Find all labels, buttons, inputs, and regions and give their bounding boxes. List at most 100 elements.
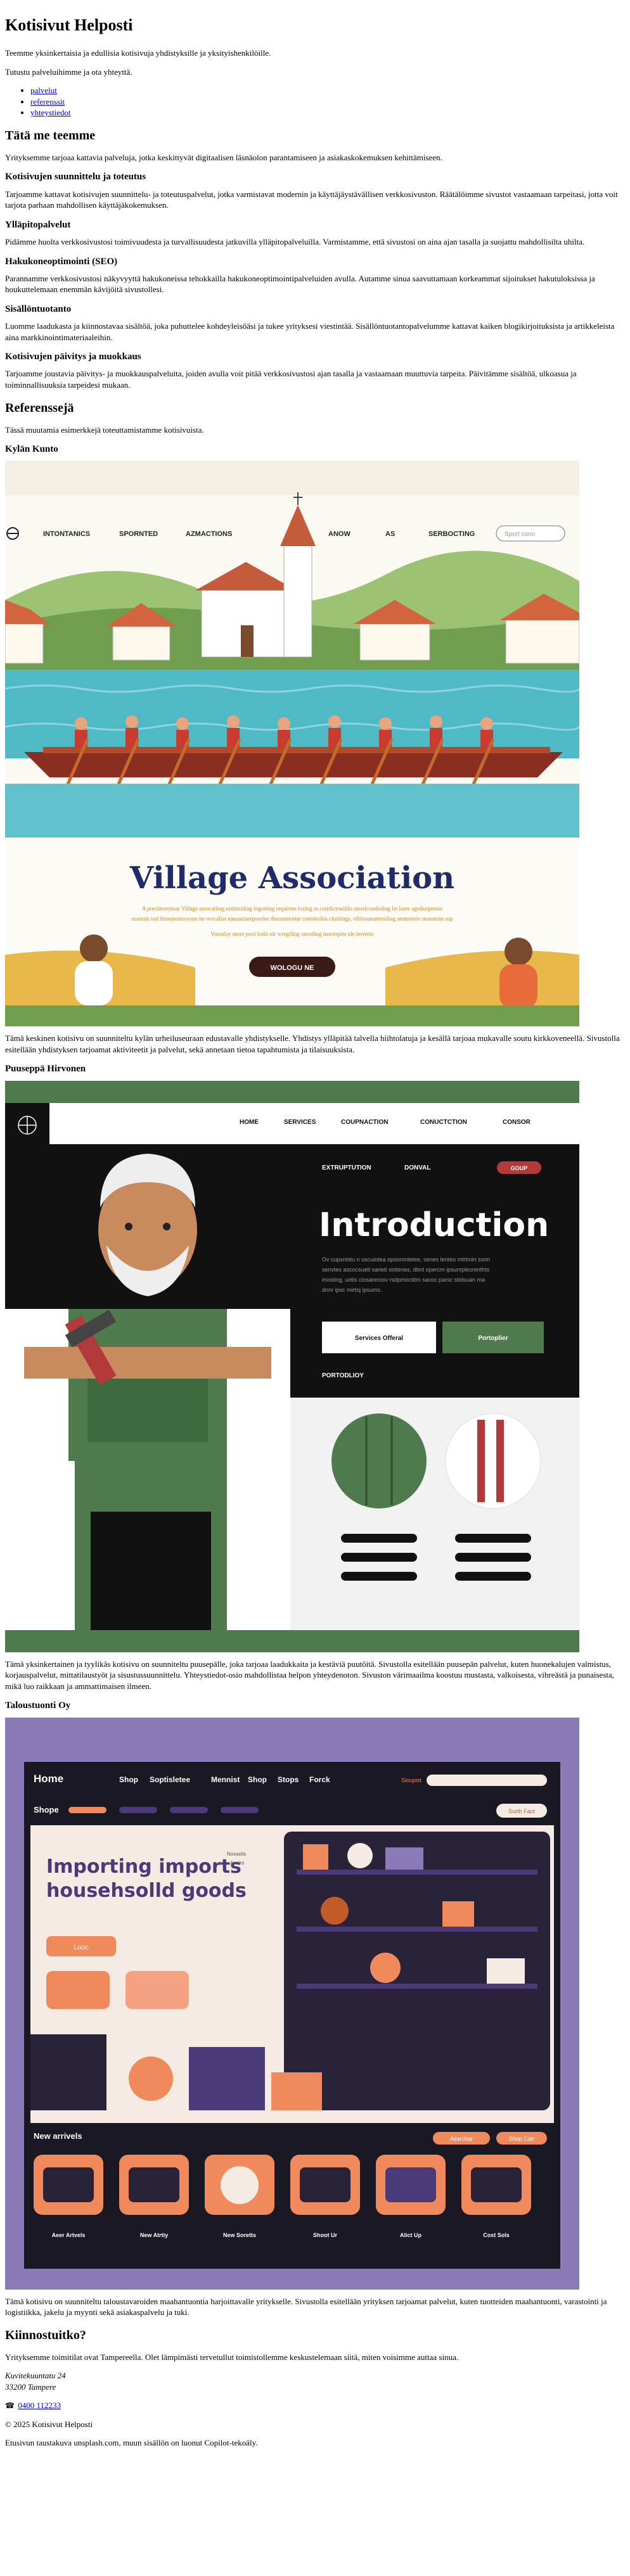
wood-sample-red <box>445 1413 541 1509</box>
carpenter-portfolio-label: PORTODLIOY <box>322 1372 364 1379</box>
carpenter-heading: Introduction <box>319 1206 549 1244</box>
shop-nav-item: Shop <box>119 1775 138 1784</box>
svg-text:GOUP: GOUP <box>511 1165 528 1171</box>
nav-link-yhteystiedot[interactable]: yhteystiedot <box>30 108 71 117</box>
svg-text:Aeer Artvels: Aeer Artvels <box>52 2232 86 2238</box>
shop-nav-item: Shop <box>248 1775 267 1784</box>
reference-image-import-shop: Home Shop Soptisletee Mennist Shop Stops… <box>5 1717 579 2290</box>
carpenter-body-line: inooitng, uotis ciosarerosv rsdpmoctitm … <box>322 1277 485 1283</box>
site-header: Kotisivut Helposti Teemme yksinkertaisia… <box>5 14 625 118</box>
references-heading: Referenssejä <box>5 400 74 415</box>
village-nav-item: SERBOCTING <box>428 530 475 538</box>
village-subtext-line: suartuin ind thrseasotiuoyase ite ovrcal… <box>131 915 453 922</box>
contact-heading: Kiinnostuitko? <box>5 2328 86 2342</box>
carpenter-sub-nav-item: EXTRUPTUTION <box>322 1164 371 1171</box>
shop-chip-button: Shop Catr <box>496 2131 547 2145</box>
shop-nav-item: Soptisletee <box>150 1775 190 1784</box>
service-text: Tarjoamme kattavat kotisivujen suunnitte… <box>5 189 618 210</box>
nav-link-palvelut[interactable]: palvelut <box>30 86 57 95</box>
address-street: Kuvitekuuntatu 24 <box>5 2371 66 2381</box>
nav-intro: Tutustu palveluihimme ja ota yhteyttä. <box>5 67 132 77</box>
shop-orange-button: Looc <box>46 1935 116 1956</box>
reference-image-village-association: INTONTANICS SPORNTED AZMACTIONS ANOW AS … <box>5 461 579 1027</box>
svg-text:Portoplier: Portoplier <box>478 1335 508 1342</box>
contact-text: Yrityksemme toimitilat ovat Tampereella.… <box>5 2352 459 2362</box>
service-text: Pidämme huolta verkkosivustosi toimivuud… <box>5 236 585 246</box>
carpenter-pill-button: GOUP <box>497 1161 541 1174</box>
svg-text:Looc: Looc <box>74 1944 89 1951</box>
carpenter-body-line: dnnr ipsc mirtoj ipsums. <box>322 1287 382 1293</box>
shop-side-label: Anoks <box>230 1860 244 1866</box>
footer-copyright: © 2025 Kotisivut Helposti <box>5 2419 93 2429</box>
nav-item-referenssit: referenssit <box>30 96 625 108</box>
reference-image-carpenter-site: HOME SERVICES COUPNACTION CONUCTCTION CO… <box>5 1080 579 1652</box>
references-section: Referenssejä Tässä muutamia esimerkkejä … <box>5 400 625 2318</box>
svg-text:WOLOGU NE: WOLOGU NE <box>270 964 314 972</box>
carpenter-illustration <box>5 1144 290 1461</box>
carpenter-body-line: Ov cupsnistu n uscuiotea opsomntetee, se… <box>322 1256 490 1263</box>
village-nav-item: INTONTANICS <box>43 530 90 538</box>
shop-chip-button: Aesrchar <box>433 2131 490 2145</box>
village-subtext-line: Vossulay more pooi lotiir ulr wregrling … <box>210 931 374 937</box>
reference-title-puuseppa-hirvonen: Puuseppä Hirvonen <box>5 1064 86 1074</box>
footer-credits: Etusivun taustakuva unsplash.com, muun s… <box>5 2438 258 2448</box>
service-title: Hakukoneoptimointi (SEO) <box>5 256 118 267</box>
shop-nav-item: Forck <box>309 1775 330 1784</box>
reference-title-taloustuonti: Taloustuonti Oy <box>5 1700 71 1711</box>
shop-nav-item: Mennist <box>211 1775 240 1784</box>
page: Kotisivut Helposti Teemme yksinkertaisia… <box>0 0 630 2449</box>
wood-sample-green <box>331 1413 427 1508</box>
shop-search-bar <box>427 1774 547 1786</box>
svg-text:Services Offeral: Services Offeral <box>355 1335 403 1342</box>
svg-text:Surth Fact: Surth Fact <box>508 1808 535 1814</box>
svg-text:Aesrchar: Aesrchar <box>450 2136 473 2142</box>
reference-title-kylan-kunto: Kylän Kunto <box>5 444 58 455</box>
shop-nav-tag: Sioupist <box>401 1777 422 1783</box>
reference-text-taloustuonti: Tämä kotisivu on suunniteltu taloustavar… <box>5 2296 607 2318</box>
contact-address: Kuvitekuuntatu 24 33200 Tampere <box>5 2370 625 2392</box>
nav-link-referenssit[interactable]: referenssit <box>30 97 65 106</box>
nav-item-yhteystiedot: yhteystiedot <box>30 107 625 118</box>
nav-item-palvelut: palvelut <box>30 85 625 96</box>
service-title: Kotisivujen suunnittelu ja toteutus <box>5 172 146 182</box>
carpenter-body-line: senvtes ascocsuetl sarieti siotenes, dbn… <box>322 1266 490 1273</box>
service-text: Tarjoamme joustavia päivitys- ja muokkau… <box>5 369 577 390</box>
service-title: Ylläpitopalvelut <box>5 219 71 230</box>
village-search-box: Sport conn <box>496 525 565 542</box>
village-cta-button: WOLOGU NE <box>249 957 335 978</box>
carpenter-nav-item: SERVICES <box>284 1119 316 1126</box>
carpenter-portfolio-button: Portoplier <box>442 1321 544 1353</box>
service-text: Parannamme verkkosivustosi näkyvyyttä ha… <box>5 273 595 295</box>
services-heading: Tätä me teemme <box>5 128 96 143</box>
shop-heading-line: househsolld goods <box>46 1880 247 1902</box>
service-text: Luomme laadukasta ja kiinnostavaa sisält… <box>5 321 615 342</box>
reference-text-puuseppa-hirvonen: Tämä yksinkertainen ja tyylikäs kotisivu… <box>5 1659 615 1691</box>
phone-link[interactable]: 0400 112233 <box>18 2401 61 2410</box>
carpenter-sub-nav-item: DONVAL <box>404 1164 430 1171</box>
carpenter-services-button: Services Offeral <box>322 1321 436 1353</box>
carpenter-nav-item: CONUCTCTION <box>420 1119 467 1126</box>
shop-nav-item: Stops <box>278 1775 299 1784</box>
village-subtext-line: A prectiteavtiuar Village assocatiing en… <box>142 905 443 912</box>
carpenter-logo-icon <box>18 1115 37 1135</box>
shop-shelves-illustration <box>284 1831 550 2110</box>
carpenter-nav-item: COUPNACTION <box>341 1119 388 1126</box>
svg-text:Alict Up: Alict Up <box>400 2232 422 2238</box>
svg-text:Sport conn: Sport conn <box>505 531 535 538</box>
services-intro: Yrityksemme tarjoaa kattavia palveluja, … <box>5 152 442 162</box>
phone-icon: ☎ <box>5 2401 15 2411</box>
village-nav-item: AZMACTIONS <box>186 530 232 538</box>
shop-sub-heading: Shope <box>34 1805 59 1814</box>
carpenter-nav-item: HOME <box>240 1119 259 1126</box>
village-nav-item: ANOW <box>328 530 350 538</box>
shop-heading-line: Importing imports <box>46 1856 241 1878</box>
service-title: Kotisivujen päivitys ja muokkaus <box>5 352 141 362</box>
site-footer: © 2025 Kotisivut Helposti Etusivun taust… <box>5 2419 625 2449</box>
village-nav-item: SPORNTED <box>119 530 158 538</box>
svg-text:Shop Catr: Shop Catr <box>509 2136 535 2142</box>
main-nav: palvelut referenssit yhteystiedot <box>5 85 625 118</box>
services-section: Tätä me teemme Yrityksemme tarjoaa katta… <box>5 127 625 391</box>
carpenter-nav-item: CONSOR <box>503 1119 531 1126</box>
svg-text:Shoot Ur: Shoot Ur <box>313 2232 337 2238</box>
address-city: 33200 Tampere <box>5 2382 56 2392</box>
